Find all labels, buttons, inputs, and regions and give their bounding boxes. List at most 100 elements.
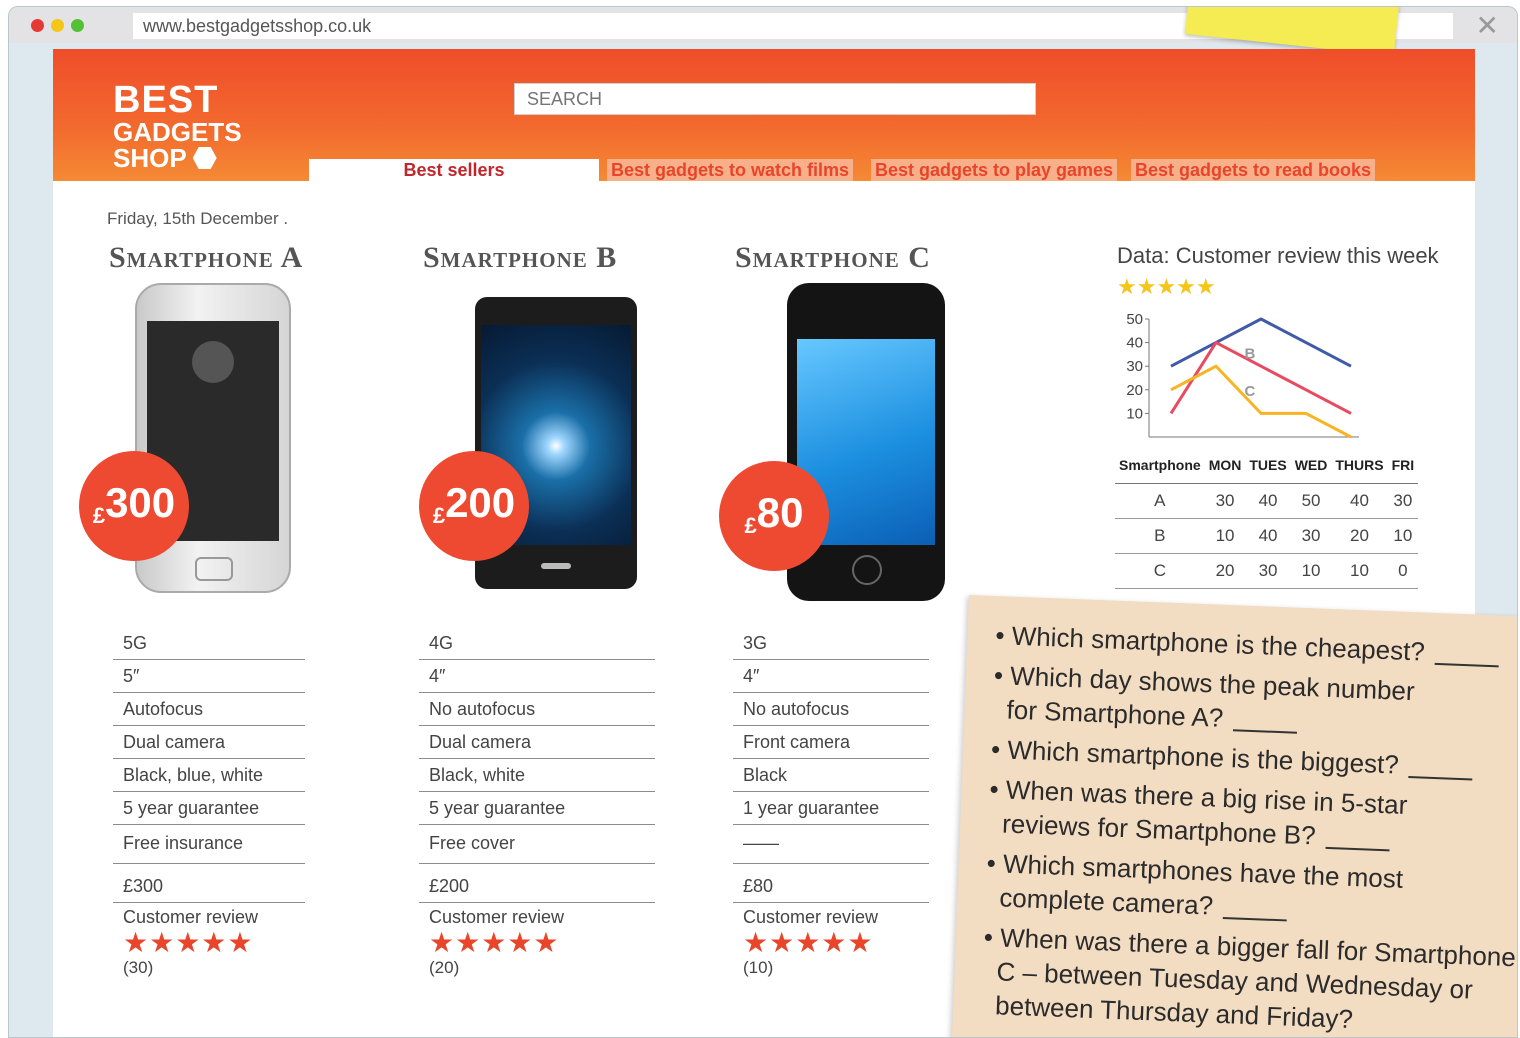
review-count: (30) — [123, 958, 154, 977]
series-label-a: A — [1290, 311, 1301, 315]
maximize-window-dot[interactable] — [71, 19, 84, 32]
table-cell: 10 — [1290, 553, 1332, 589]
spec-price: £80 — [733, 870, 929, 903]
table-cell: 40 — [1245, 518, 1291, 554]
spec-row: Free insurance — [113, 825, 305, 864]
spec-row: Black, white — [419, 759, 655, 792]
site-header: BEST GADGETS SHOP Best sellers Best gadg… — [53, 49, 1475, 181]
price-value: 300 — [105, 479, 176, 526]
logo-line-1: BEST — [113, 79, 219, 121]
currency-symbol: £ — [744, 513, 757, 538]
minimize-window-dot[interactable] — [51, 19, 64, 32]
table-cell: 10 — [1204, 518, 1246, 554]
search-input[interactable] — [514, 83, 1036, 115]
table-cell: 20 — [1331, 518, 1388, 554]
product-name[interactable]: Smartphone C — [735, 241, 975, 275]
spec-row: Free cover — [419, 825, 655, 864]
review-count: (10) — [743, 958, 774, 977]
browser-window: www.bestgadgetsshop.co.uk ✕ BEST GADGETS… — [8, 6, 1518, 1038]
price-badge: £80 — [719, 461, 829, 571]
spec-row: Dual camera — [419, 726, 655, 759]
table-cell: 20 — [1204, 553, 1246, 589]
spec-price: £300 — [113, 870, 305, 903]
answer-blank[interactable] — [1222, 916, 1287, 922]
spec-row: 4″ — [419, 660, 655, 693]
price-badge: £200 — [419, 451, 529, 561]
tab-play-games[interactable]: Best gadgets to play games — [871, 159, 1118, 181]
question-text: Which smartphone is the biggest? — [1006, 734, 1400, 780]
star-rating-icon[interactable]: ★★★★★ — [733, 928, 929, 958]
phone-image-area: £200 — [419, 283, 663, 623]
review-label: Customer review — [429, 907, 565, 927]
price-value: 80 — [756, 489, 804, 536]
answer-blank[interactable] — [1232, 729, 1297, 734]
table-cell: 30 — [1387, 483, 1419, 519]
answer-blank[interactable] — [1408, 775, 1473, 781]
table-row: C 20 30 10 10 0 — [1115, 553, 1419, 589]
phone-image-area: £80 — [719, 283, 975, 623]
table-cell: B — [1115, 518, 1205, 554]
line-chart: 10 20 30 40 50 A B C — [1126, 311, 1359, 439]
product-name[interactable]: Smartphone A — [109, 241, 349, 275]
price-value: 200 — [445, 479, 516, 526]
series-label-b: B — [1245, 345, 1256, 362]
y-tick-label: 50 — [1126, 311, 1143, 328]
tab-read-books[interactable]: Best gadgets to read books — [1131, 159, 1376, 181]
column-header: FRI — [1387, 453, 1419, 484]
column-header: TUES — [1245, 453, 1291, 484]
product-name[interactable]: Smartphone B — [423, 241, 663, 275]
currency-symbol: £ — [92, 503, 106, 528]
series-line-c — [1170, 364, 1352, 439]
close-icon[interactable]: ✕ — [1476, 9, 1499, 42]
star-rating-icon[interactable]: ★★★★★ — [419, 928, 655, 958]
spec-row: 4G — [419, 627, 655, 660]
table-cell: 50 — [1290, 483, 1332, 519]
review-count: (20) — [429, 958, 460, 977]
spec-row: 3G — [733, 627, 929, 660]
answer-blank[interactable] — [1325, 846, 1390, 852]
series-line-a — [1170, 317, 1352, 368]
tab-watch-films[interactable]: Best gadgets to watch films — [607, 159, 854, 181]
spec-list-b: 4G 4″ No autofocus Dual camera Black, wh… — [419, 627, 655, 978]
spec-row: Dual camera — [113, 726, 305, 759]
table-row: A 30 40 50 40 30 — [1115, 483, 1419, 519]
product-card-c: Smartphone C £80 — [719, 241, 975, 623]
spec-row: 5 year guarantee — [419, 792, 655, 825]
table-cell: 30 — [1204, 483, 1246, 519]
star-rating-icon[interactable]: ★★★★★ — [113, 928, 305, 958]
column-header: THURS — [1331, 453, 1388, 484]
site-logo[interactable]: BEST GADGETS SHOP — [113, 81, 242, 171]
column-header: Smartphone — [1115, 453, 1205, 484]
review-data-table: Smartphone MON TUES WED THURS FRI A 30 4… — [1115, 453, 1419, 589]
table-cell: 30 — [1245, 553, 1291, 589]
table-cell: 40 — [1245, 483, 1291, 519]
column-header: MON — [1204, 453, 1246, 484]
hexagon-logo-icon — [192, 147, 217, 169]
spec-row: No autofocus — [733, 693, 929, 726]
table-cell: 40 — [1331, 483, 1388, 519]
spec-price: £200 — [419, 870, 655, 903]
spec-row: No autofocus — [419, 693, 655, 726]
column-header: WED — [1290, 453, 1332, 484]
table-row: B 10 40 30 20 10 — [1115, 518, 1419, 554]
y-tick-label: 40 — [1126, 335, 1143, 352]
tab-best-sellers[interactable]: Best sellers — [309, 159, 599, 181]
table-cell: 10 — [1331, 553, 1388, 589]
spec-row: Black, blue, white — [113, 759, 305, 792]
spec-list-c: 3G 4″ No autofocus Front camera Black 1 … — [733, 627, 929, 978]
table-cell: 0 — [1387, 553, 1419, 589]
spec-row: Black — [733, 759, 929, 792]
spec-row: 5G — [113, 627, 305, 660]
question-text: for Smartphone A? — [1006, 694, 1224, 733]
table-cell: C — [1115, 553, 1205, 589]
currency-symbol: £ — [432, 503, 446, 528]
answer-blank[interactable] — [1434, 662, 1499, 668]
y-tick-label: 20 — [1126, 382, 1143, 399]
review-label: Customer review — [123, 907, 259, 927]
question-text: Which smartphone is the cheapest? — [1011, 620, 1426, 667]
spec-row: 5″ — [113, 660, 305, 693]
chart-star-icon: ★★★★★ — [1117, 274, 1216, 299]
table-header-row: Smartphone MON TUES WED THURS FRI — [1115, 453, 1419, 484]
close-window-dot[interactable] — [31, 19, 44, 32]
spec-row: 4″ — [733, 660, 929, 693]
